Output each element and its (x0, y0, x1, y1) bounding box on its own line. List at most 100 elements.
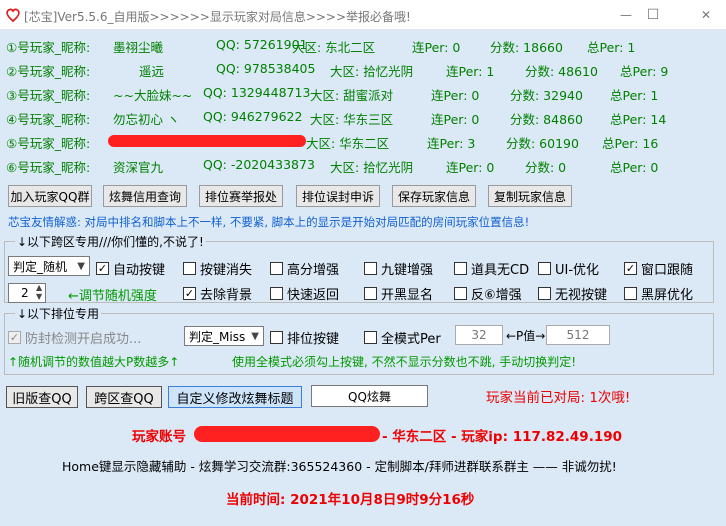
player-lian-per: 连Per: 0 (431, 88, 480, 103)
checkbox-ui-optimize[interactable]: UI-优化 (538, 259, 599, 278)
mode-select[interactable]: 判定_随机 ▼ (8, 256, 90, 276)
checkbox-label: 按键消失 (200, 263, 253, 278)
player-score: 分数: 60190 (506, 136, 579, 151)
account-label: 玩家账号 (132, 429, 186, 445)
checkbox-remove-bg[interactable]: ✓ 去除背景 (183, 284, 252, 303)
checkbox-label: 九键增强 (381, 263, 434, 278)
old-qq-query-button[interactable]: 旧版查QQ (6, 386, 78, 408)
maximize-icon: ☐ (646, 7, 660, 23)
window-title: [芯宝]Ver5.5.6_自用版>>>>>>显示玩家对局信息>>>>举报必备哦! (24, 10, 411, 24)
intensity-stepper[interactable]: 2 ▲ ▼ (8, 283, 46, 303)
credit-query-button[interactable]: 炫舞信用查询 (103, 185, 187, 207)
close-icon: ✕ (700, 8, 712, 22)
checkbox-item-no-cd[interactable]: 道具无CD (454, 259, 529, 278)
player-score: 分数: 84860 (510, 112, 583, 127)
checkbox-box (270, 287, 283, 300)
random-hint: ↑随机调节的数值越大P数越多↑ (8, 355, 180, 369)
checkbox-ignore-keys[interactable]: 无视按键 (538, 284, 607, 303)
player-area: 大区: 华东三区 (310, 112, 394, 127)
player-area: 大区: 拾忆光阴 (330, 64, 414, 79)
player-label: ⑥号玩家_昵称: (6, 160, 91, 175)
title-input[interactable]: QQ炫舞 (311, 385, 428, 407)
group-legend: ↓以下排位专用 (15, 305, 102, 322)
account-region-ip: - 华东二区 - 玩家ip: 117.82.49.190 (382, 429, 623, 445)
per-min-input[interactable]: 32 (455, 325, 503, 345)
checkbox-label: 快速返回 (287, 288, 340, 303)
close-button[interactable]: ✕ (686, 0, 726, 30)
checkbox-window-follow[interactable]: ✓ 窗口跟随 (624, 259, 693, 278)
per-max-input[interactable]: 512 (546, 325, 610, 345)
rank-mode-select-value: 判定_Miss (189, 329, 246, 344)
checkbox-box: ✓ (183, 287, 196, 300)
checkbox-label: 无视按键 (555, 288, 608, 303)
info-notice: 芯宝友情解惑: 对局中排名和脚本上不一样, 不要紧, 脚本上的显示是开始对局匹配… (8, 215, 530, 229)
checkbox-box (270, 262, 283, 275)
checkbox-box (364, 287, 377, 300)
copy-player-info-button[interactable]: 复制玩家信息 (488, 185, 572, 207)
checkbox-black-screen[interactable]: 黑屏优化 (624, 284, 693, 303)
checkbox-anti-detect: ✓ 防封检测开启成功... (8, 328, 141, 347)
player-lian-per: 连Per: 0 (446, 160, 495, 175)
checkbox-box: ✓ (8, 331, 21, 344)
join-qq-group-button[interactable]: 加入玩家QQ群 (8, 185, 92, 207)
player-nick: 资深官九 (113, 160, 164, 175)
ban-appeal-button[interactable]: 排位误封申诉 (296, 185, 380, 207)
redacted-mark (194, 426, 380, 442)
player-qq: QQ: 978538405 (216, 61, 316, 76)
checkbox-label: 道具无CD (471, 263, 530, 278)
player-score: 分数: 32940 (510, 88, 583, 103)
checkbox-anti-six[interactable]: 反⑥增强 (454, 284, 522, 303)
player-qq: QQ: 946279622 (203, 109, 303, 124)
checkbox-all-mode-per[interactable]: 全模式Per (364, 328, 441, 347)
checkbox-box (454, 287, 467, 300)
player-score: 分数: 0 (525, 160, 567, 175)
player-qq: QQ: -2020433873 (203, 157, 315, 172)
checkbox-label: UI-优化 (555, 263, 600, 278)
checkbox-nine-key[interactable]: 九键增强 (364, 259, 433, 278)
player-total-per: 总Per: 0 (610, 160, 659, 175)
checkbox-fast-return[interactable]: 快速返回 (270, 284, 339, 303)
chevron-down-icon: ▼ (251, 331, 259, 342)
player-nick: 勿忘初心 ヽ (113, 112, 180, 127)
player-label: ⑤号玩家_昵称: (6, 136, 91, 151)
checkbox-label: 反⑥增强 (471, 288, 522, 303)
player-qq: QQ: 1329448713 (203, 85, 311, 100)
checkbox-label: 窗口跟随 (641, 263, 694, 278)
checkbox-auto-key[interactable]: ✓ 自动按键 (96, 259, 165, 278)
player-label: ①号玩家_昵称: (6, 40, 91, 55)
save-player-info-button[interactable]: 保存玩家信息 (392, 185, 476, 207)
checkbox-label: 高分增强 (287, 263, 340, 278)
per-value-label: ←P值→ (506, 329, 546, 343)
checkbox-rank-key[interactable]: 排位按键 (270, 328, 339, 347)
checkbox-label: 全模式Per (381, 332, 441, 347)
checkbox-label: 去除背景 (200, 288, 253, 303)
chevron-down-icon: ▼ (77, 261, 85, 272)
stepper-arrows-icon[interactable]: ▲ ▼ (36, 283, 42, 301)
checkbox-label: 防封检测开启成功... (25, 332, 142, 347)
stepper-value: 2 (21, 286, 29, 300)
checkbox-box (364, 331, 377, 344)
cross-region-qq-button[interactable]: 跨区查QQ (86, 386, 162, 408)
checkbox-box (364, 262, 377, 275)
checkbox-label: 开黑显名 (381, 288, 434, 303)
checkbox-key-disappear[interactable]: 按键消失 (183, 259, 252, 278)
player-lian-per: 连Per: 0 (431, 112, 480, 127)
player-total-per: 总Per: 1 (610, 88, 659, 103)
checkbox-box (538, 287, 551, 300)
checkbox-label: 黑屏优化 (641, 288, 694, 303)
player-score: 分数: 18660 (490, 40, 563, 55)
checkbox-box (624, 287, 637, 300)
checkbox-high-score[interactable]: 高分增强 (270, 259, 339, 278)
group-legend: ↓以下跨区专用///你们懂的,不说了! (15, 233, 206, 250)
maximize-button[interactable]: ☐ (633, 0, 673, 30)
current-time: 当前时间: 2021年10月8日9时9分16秒 (226, 492, 475, 508)
rank-report-button[interactable]: 排位赛举报处 (199, 185, 283, 207)
player-nick: ~~大脸妹~~ (113, 88, 193, 103)
checkbox-box (183, 262, 196, 275)
player-lian-per: 连Per: 1 (446, 64, 495, 79)
player-total-per: 总Per: 9 (620, 64, 669, 79)
rank-mode-select[interactable]: 判定_Miss ▼ (184, 326, 264, 346)
checkbox-party-show-name[interactable]: 开黑显名 (364, 284, 433, 303)
custom-title-button[interactable]: 自定义修改炫舞标题 (168, 386, 302, 408)
checkbox-box (454, 262, 467, 275)
